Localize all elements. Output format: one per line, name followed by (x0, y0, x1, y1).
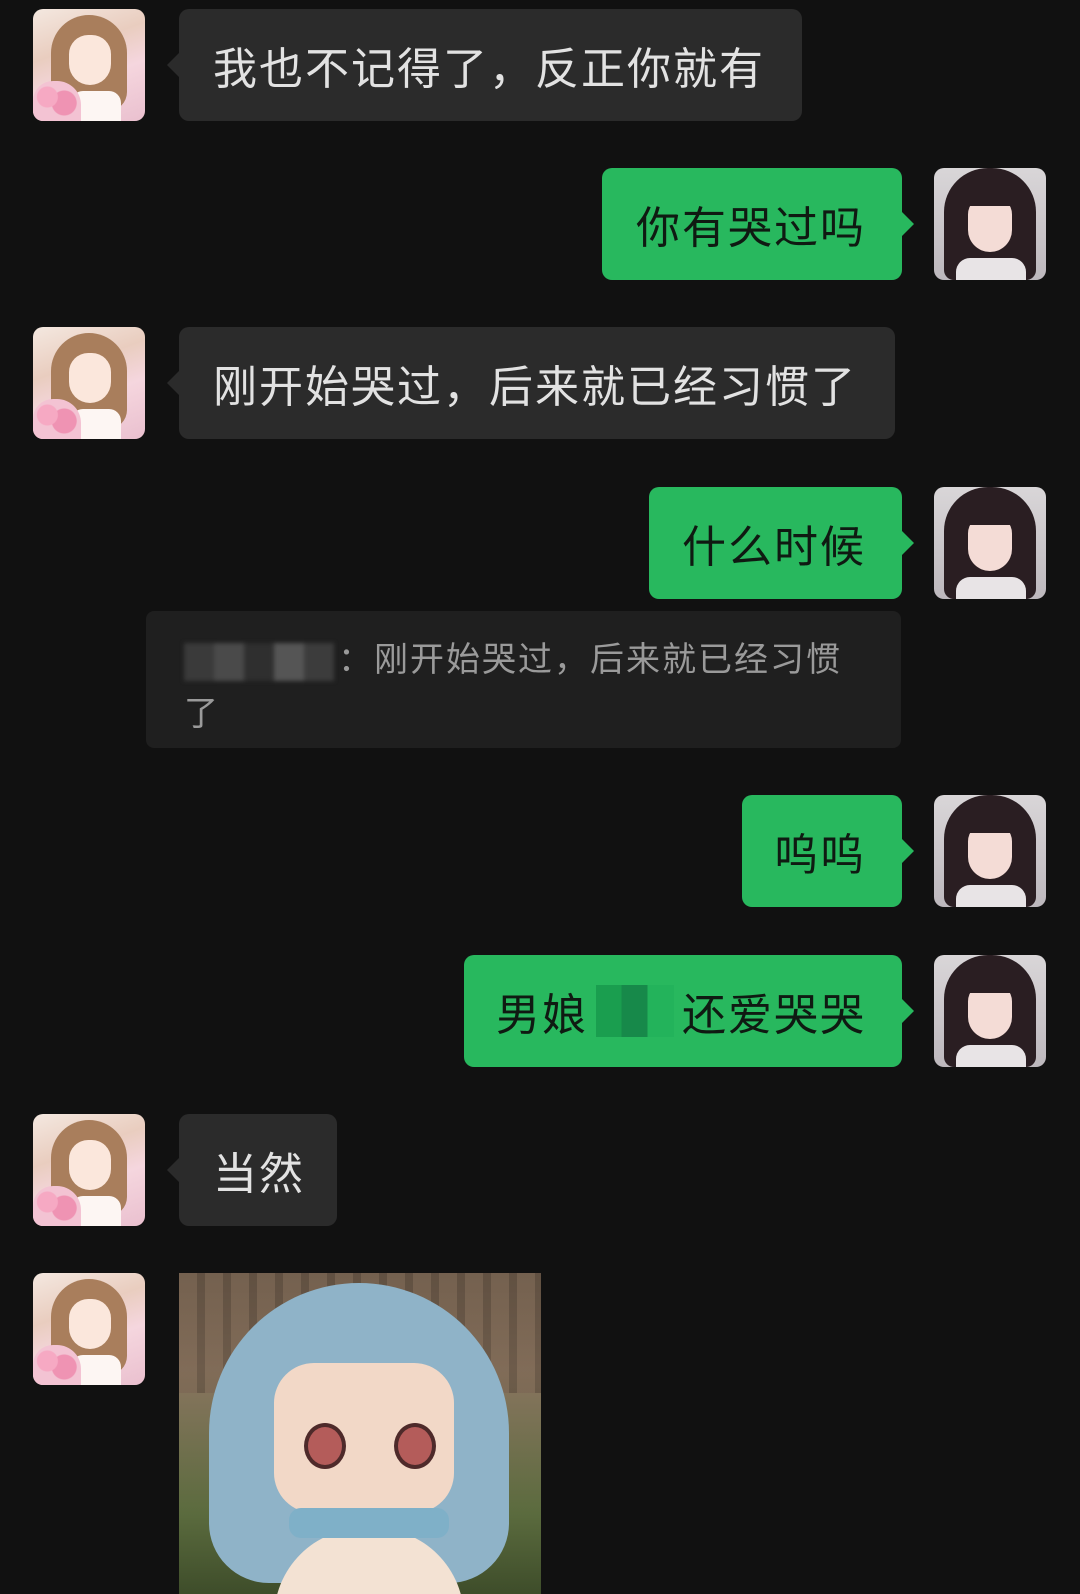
self-avatar[interactable] (934, 168, 1046, 280)
self-avatar[interactable] (934, 795, 1046, 907)
redacted-name (184, 642, 334, 681)
message-bubble[interactable]: 男娘 还爱哭哭 (464, 955, 914, 1067)
quoted-reply[interactable]: ：刚开始哭过，后来就已经习惯了 (146, 611, 901, 748)
message-text: 呜呜 (774, 830, 866, 881)
message-bubble[interactable]: 当然 (167, 1114, 337, 1226)
contact-avatar[interactable] (33, 1114, 145, 1226)
message-text: 什么时候 (682, 522, 866, 573)
contact-avatar[interactable] (33, 1273, 145, 1385)
contact-avatar[interactable] (33, 327, 145, 439)
message-bubble[interactable]: 呜呜 (742, 795, 914, 907)
self-avatar[interactable] (934, 487, 1046, 599)
message-text: 你有哭过吗 (636, 203, 866, 254)
message-bubble[interactable]: 我也不记得了，反正你就有 (167, 9, 802, 121)
message-text: 刚开始哭过，后来就已经习惯了 (213, 362, 857, 413)
message-bubble[interactable]: 刚开始哭过，后来就已经习惯了 (167, 327, 895, 439)
message-text-before: 男娘 (496, 990, 588, 1041)
message-bubble[interactable]: 你有哭过吗 (602, 168, 914, 280)
chat-window: 我也不记得了，反正你就有 你有哭过吗 刚开始哭过，后来就已经习惯了 什么时候 ：… (0, 0, 1080, 1594)
self-avatar[interactable] (934, 955, 1046, 1067)
message-bubble[interactable]: 什么时候 (649, 487, 914, 599)
crying-plush-sticker[interactable] (179, 1273, 541, 1594)
redacted-word (596, 985, 674, 1037)
message-text: 当然 (213, 1149, 305, 1200)
quote-separator: ： (338, 640, 374, 680)
message-text: 我也不记得了，反正你就有 (213, 44, 765, 95)
message-text-after: 还爱哭哭 (682, 990, 866, 1041)
contact-avatar[interactable] (33, 9, 145, 121)
